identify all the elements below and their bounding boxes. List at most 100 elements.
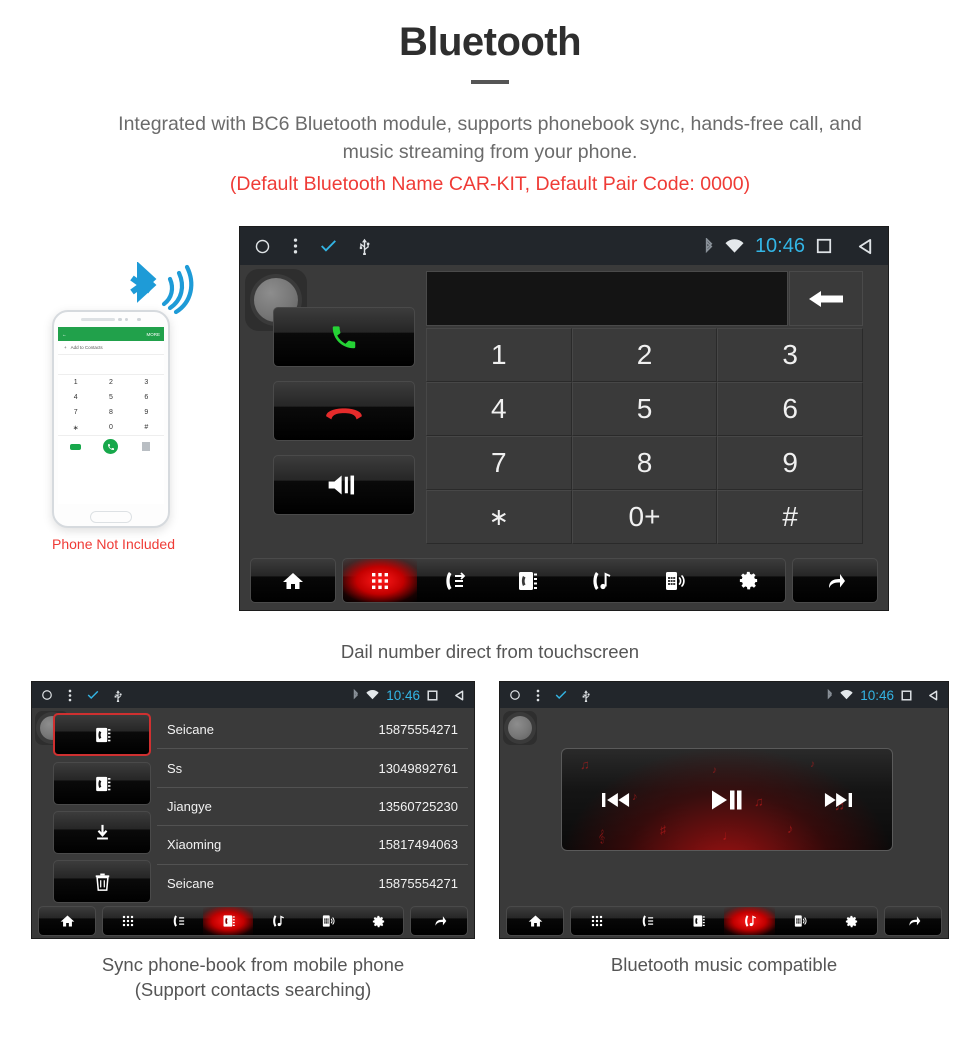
dialpad-grid[interactable]: 1 2 3 4 5 6 7 8 9 ∗ 0+ # xyxy=(426,328,863,544)
nav-item-phonebook[interactable] xyxy=(490,559,564,602)
dialpad-key-zero[interactable]: 0+ xyxy=(571,490,718,544)
home-circle-icon[interactable] xyxy=(41,689,53,701)
side-button-download-contacts[interactable] xyxy=(53,811,151,854)
phone-call-button[interactable] xyxy=(103,439,119,454)
recent-apps-icon[interactable] xyxy=(427,689,438,701)
phone-add-to-contacts[interactable]: + Add to Contacts xyxy=(58,341,164,355)
dialpad-key-hash[interactable]: # xyxy=(717,490,863,544)
music-player-panel[interactable]: ♫ ♪ ♪ ♪ ♫ ♬ ♯ ♩ ♪ 𝄞 xyxy=(561,748,893,851)
contact-list[interactable]: Seicane 15875554271 Ss 13049892761 Jiang… xyxy=(157,711,468,903)
phone-key[interactable]: 6 xyxy=(129,390,164,405)
dialpad-key-2[interactable]: 2 xyxy=(571,328,718,382)
nav-item-call-log[interactable] xyxy=(622,907,673,935)
next-track-button[interactable] xyxy=(824,791,852,809)
nav-home-button[interactable] xyxy=(506,906,564,936)
dialpad-key-star[interactable]: ∗ xyxy=(426,490,572,544)
dialpad-key-8[interactable]: 8 xyxy=(571,436,718,490)
side-button-phone-contacts[interactable] xyxy=(53,713,151,756)
table-row[interactable]: Seicane 15875554271 xyxy=(157,865,468,903)
phone-key[interactable]: 5 xyxy=(93,390,128,405)
bottom-navbar[interactable] xyxy=(38,906,468,936)
back-triangle-icon[interactable] xyxy=(928,689,939,701)
nav-item-dialpad[interactable] xyxy=(343,559,417,602)
phone-key[interactable]: 8 xyxy=(93,405,128,420)
page-title: Bluetooth xyxy=(398,20,582,64)
nav-item-device[interactable] xyxy=(638,559,712,602)
nav-home-button[interactable] xyxy=(38,906,96,936)
side-button-delete-contacts[interactable] xyxy=(53,860,151,903)
bottom-navbar[interactable] xyxy=(250,558,878,603)
phone-dialpad[interactable]: 1 2 3 4 5 6 7 8 9 ∗ 0 # xyxy=(58,375,164,435)
nav-item-phonebook[interactable] xyxy=(673,907,724,935)
nav-items[interactable] xyxy=(342,558,786,603)
wifi-icon xyxy=(366,690,379,700)
mute-speaker-button[interactable] xyxy=(273,455,415,515)
nav-back-button[interactable] xyxy=(792,558,878,603)
overflow-menu-icon[interactable] xyxy=(293,237,298,255)
phone-key[interactable]: 2 xyxy=(93,375,128,390)
bluetooth-status-icon xyxy=(703,237,714,255)
dialpad-key-5[interactable]: 5 xyxy=(571,382,718,436)
bottom-navbar[interactable] xyxy=(506,906,942,936)
bluetooth-music-icon xyxy=(744,915,756,927)
nav-item-bluetooth-music[interactable] xyxy=(724,907,775,935)
table-row[interactable]: Ss 13049892761 xyxy=(157,749,468,788)
nav-back-button[interactable] xyxy=(884,906,942,936)
nav-item-bluetooth-music[interactable] xyxy=(253,907,303,935)
nav-items[interactable] xyxy=(102,906,404,936)
phone-key[interactable]: 9 xyxy=(129,405,164,420)
nav-home-button[interactable] xyxy=(250,558,336,603)
dialpad-key-9[interactable]: 9 xyxy=(717,436,863,490)
table-row[interactable]: Seicane 15875554271 xyxy=(157,711,468,750)
nav-item-dialpad[interactable] xyxy=(103,907,153,935)
phone-key[interactable]: ∗ xyxy=(58,420,93,435)
side-button-sim-contacts[interactable] xyxy=(53,762,151,805)
dialpad-key-3[interactable]: 3 xyxy=(717,328,863,382)
volume-knob[interactable] xyxy=(503,711,537,745)
phone-home-button[interactable] xyxy=(54,511,168,523)
dialed-number-field[interactable] xyxy=(426,271,788,326)
nav-item-device[interactable] xyxy=(775,907,826,935)
back-triangle-icon[interactable] xyxy=(857,238,874,255)
table-row[interactable]: Xiaoming 15817494063 xyxy=(157,826,468,865)
end-call-button[interactable] xyxy=(273,381,415,441)
phone-key[interactable]: 0 xyxy=(93,420,128,435)
overflow-menu-icon[interactable] xyxy=(536,689,540,702)
nav-back-button[interactable] xyxy=(410,906,468,936)
nav-item-settings[interactable] xyxy=(826,907,877,935)
nav-items[interactable] xyxy=(570,906,878,936)
nav-item-phonebook[interactable] xyxy=(203,907,253,935)
phone-more-label[interactable]: MORE xyxy=(147,332,161,337)
dialpad-key-4[interactable]: 4 xyxy=(426,382,572,436)
play-pause-button[interactable] xyxy=(711,789,743,811)
phone-key[interactable]: 1 xyxy=(58,375,93,390)
home-circle-icon[interactable] xyxy=(509,689,521,701)
dialpad-key-6[interactable]: 6 xyxy=(717,382,863,436)
phone-video-call-icon[interactable] xyxy=(70,443,82,450)
home-circle-icon[interactable] xyxy=(254,238,271,255)
recent-apps-icon[interactable] xyxy=(901,689,912,701)
dialpad-key-1[interactable]: 1 xyxy=(426,328,572,382)
nav-item-settings[interactable] xyxy=(711,559,785,602)
phone-key[interactable]: 4 xyxy=(58,390,93,405)
nav-item-call-log[interactable] xyxy=(153,907,203,935)
overflow-menu-icon[interactable] xyxy=(68,689,72,702)
phone-key[interactable]: # xyxy=(129,420,164,435)
phone-keypad-toggle-icon[interactable] xyxy=(142,442,151,451)
nav-item-call-log[interactable] xyxy=(417,559,491,602)
answer-call-button[interactable] xyxy=(273,307,415,367)
previous-track-button[interactable] xyxy=(602,791,630,809)
return-arrow-icon xyxy=(434,916,446,926)
dialpad-key-7[interactable]: 7 xyxy=(426,436,572,490)
phone-key[interactable]: 3 xyxy=(129,375,164,390)
phone-key[interactable]: 7 xyxy=(58,405,93,420)
table-row[interactable]: Jiangye 13560725230 xyxy=(157,788,468,827)
nav-item-dialpad[interactable] xyxy=(571,907,622,935)
nav-item-settings[interactable] xyxy=(353,907,403,935)
phone-back-icon[interactable]: ← xyxy=(62,332,67,337)
nav-item-device[interactable] xyxy=(303,907,353,935)
backspace-button[interactable] xyxy=(789,271,863,326)
back-triangle-icon[interactable] xyxy=(454,689,465,701)
recent-apps-icon[interactable] xyxy=(816,238,832,254)
nav-item-bluetooth-music[interactable] xyxy=(564,559,638,602)
